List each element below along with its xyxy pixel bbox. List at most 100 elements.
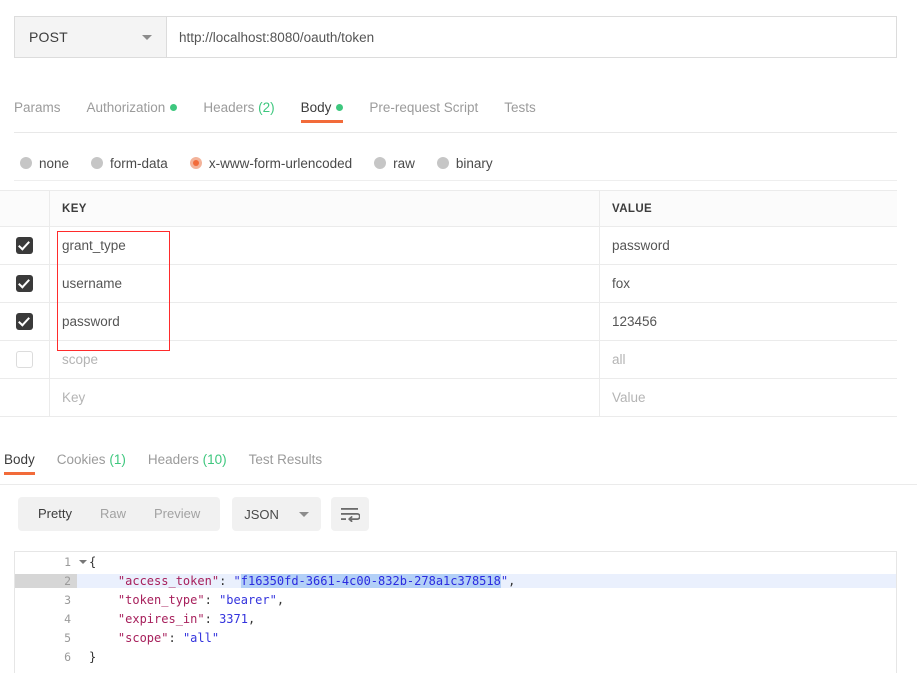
body-type-form-data-label: form-data (110, 155, 168, 171)
line-number[interactable]: 6 (15, 650, 77, 664)
tab-pre-request-script[interactable]: Pre-request Script (369, 100, 478, 123)
code-line-content: { (77, 555, 896, 569)
row-checkbox-cell (0, 265, 50, 302)
row-value-input[interactable]: 123456 (600, 303, 897, 340)
row-value-input[interactable]: password (600, 227, 897, 264)
line-number[interactable]: 5 (15, 631, 77, 645)
body-type-x-www-form-urlencoded-label: x-www-form-urlencoded (208, 155, 353, 171)
body-type-raw-label: raw (393, 155, 415, 171)
row-checkbox-cell (0, 227, 50, 264)
code-line-content: } (77, 650, 896, 664)
column-header-key: KEY (50, 191, 600, 226)
request-tabs-divider (14, 132, 897, 133)
table-header-row: KEY VALUE (0, 191, 897, 227)
body-type-raw[interactable]: raw (374, 156, 415, 171)
response-tab-headers-count: (10) (202, 452, 227, 467)
word-wrap-button[interactable] (330, 497, 369, 531)
json-value-selected[interactable]: f16350fd-3661-4c00-832b-278a1c378518 (240, 573, 501, 588)
radio-icon (91, 157, 104, 169)
view-mode-raw[interactable]: Raw (86, 497, 140, 531)
radio-selected-icon (189, 157, 202, 169)
table-new-row: Key Value (0, 379, 897, 417)
new-row-checkbox-cell (0, 379, 50, 416)
tab-body[interactable]: Body (300, 100, 344, 123)
line-number[interactable]: 4 (15, 612, 77, 626)
response-tab-cookies[interactable]: Cookies (1) (57, 452, 126, 475)
tab-body-label: Body (300, 100, 332, 115)
body-type-x-www-form-urlencoded[interactable]: x-www-form-urlencoded (189, 155, 353, 171)
json-colon: : (168, 630, 183, 645)
response-tab-headers[interactable]: Headers (10) (148, 452, 227, 475)
code-line: 1 { (15, 552, 896, 571)
row-value-input[interactable]: all (600, 341, 897, 378)
tab-params-label: Params (14, 100, 61, 115)
http-method-label: POST (29, 29, 68, 45)
body-type-none[interactable]: none (20, 156, 69, 171)
response-body-code-viewer[interactable]: 1 { 2 "access_token": "f16350fd-3661-4c0… (14, 551, 897, 673)
tab-tests-label: Tests (504, 100, 536, 115)
request-tabs: Params Authorization Headers (2) Body Pr… (14, 100, 897, 132)
response-tab-body[interactable]: Body (4, 452, 35, 475)
chevron-down-icon (298, 511, 309, 517)
json-colon: : (219, 573, 234, 588)
row-key-input[interactable]: scope (50, 341, 600, 378)
radio-icon (436, 157, 449, 169)
row-key-input[interactable]: grant_type (50, 227, 600, 264)
response-tab-cookies-label: Cookies (56, 452, 106, 467)
code-line-content: "scope": "all" (77, 631, 896, 645)
line-number-text: 3 (64, 592, 71, 607)
json-value: "all" (182, 630, 220, 645)
chevron-down-icon (142, 34, 152, 40)
code-fold-icon[interactable] (79, 559, 87, 564)
tab-headers[interactable]: Headers (2) (203, 100, 274, 123)
body-type-form-data[interactable]: form-data (91, 156, 168, 171)
table-row: username fox (0, 265, 897, 303)
modified-dot-icon (336, 103, 344, 111)
response-tab-headers-label: Headers (147, 452, 199, 467)
row-checkbox-unchecked-icon[interactable] (16, 351, 33, 368)
code-line-content: "token_type": "bearer", (77, 593, 896, 607)
json-key: "scope" (117, 630, 169, 645)
tab-pre-request-script-label: Pre-request Script (369, 100, 479, 115)
tab-tests[interactable]: Tests (504, 100, 536, 123)
tab-headers-label: Headers (203, 100, 255, 115)
radio-icon (20, 157, 32, 169)
line-number-text: 4 (64, 611, 71, 626)
table-row: password 123456 (0, 303, 897, 341)
response-language-select[interactable]: JSON (232, 497, 321, 531)
new-row-value-input[interactable]: Value (600, 379, 897, 416)
row-checkbox-cell (0, 303, 50, 340)
body-type-binary[interactable]: binary (436, 156, 493, 171)
line-number[interactable]: 3 (15, 593, 77, 607)
code-line: 5 "scope": "all" (15, 628, 896, 647)
tab-authorization[interactable]: Authorization (87, 100, 178, 123)
json-brace: { (89, 554, 97, 569)
code-line: 3 "token_type": "bearer", (15, 590, 896, 609)
view-mode-pretty[interactable]: Pretty (24, 497, 86, 531)
row-checkbox-checked-icon[interactable] (16, 313, 33, 330)
row-key-input[interactable]: password (50, 303, 600, 340)
response-tab-body-label: Body (4, 452, 35, 467)
request-url-input[interactable]: http://localhost:8080/oauth/token (167, 17, 896, 57)
row-key-input[interactable]: username (50, 265, 600, 302)
line-number[interactable]: 2 (15, 573, 77, 588)
response-tab-cookies-count: (1) (109, 452, 126, 467)
json-value: "bearer" (219, 592, 277, 607)
response-tab-test-results[interactable]: Test Results (249, 452, 323, 475)
json-value: 3371 (219, 611, 248, 626)
tab-params[interactable]: Params (14, 100, 61, 123)
row-value-input[interactable]: fox (600, 265, 897, 302)
row-checkbox-checked-icon[interactable] (16, 237, 33, 254)
radio-icon (374, 157, 387, 169)
code-line-content: "access_token": "f16350fd-3661-4c00-832b… (77, 573, 896, 588)
row-checkbox-cell (0, 341, 50, 378)
row-checkbox-checked-icon[interactable] (16, 275, 33, 292)
response-tab-test-results-label: Test Results (248, 452, 323, 467)
http-method-selector[interactable]: POST (15, 17, 167, 57)
code-line: 6 } (15, 647, 896, 666)
view-mode-preview[interactable]: Preview (140, 497, 214, 531)
word-wrap-icon (340, 508, 360, 522)
table-row: grant_type password (0, 227, 897, 265)
line-number[interactable]: 1 (15, 555, 87, 569)
new-row-key-input[interactable]: Key (50, 379, 600, 416)
